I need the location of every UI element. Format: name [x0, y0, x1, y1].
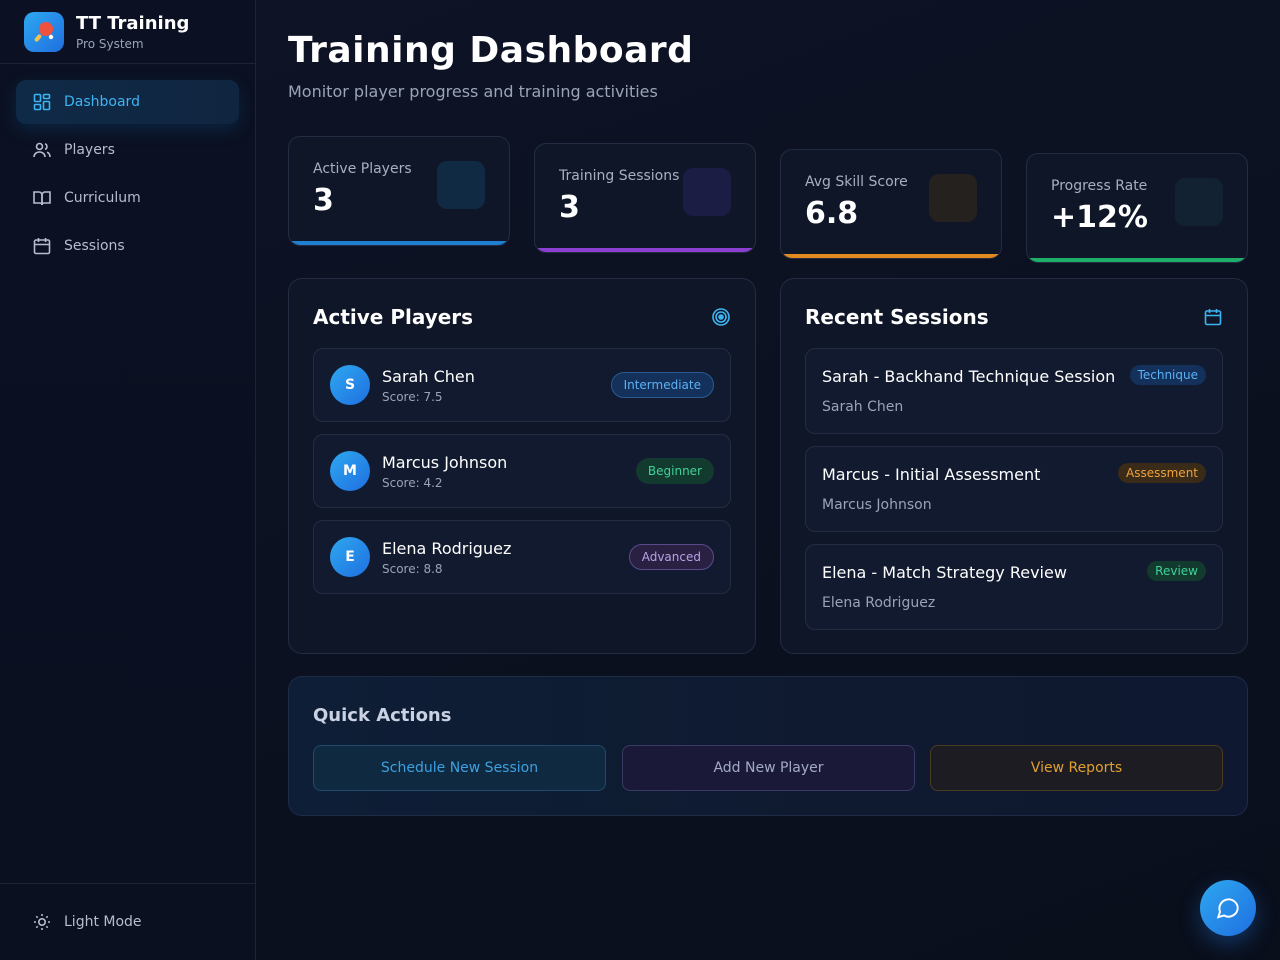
sidebar-item-label: Dashboard — [64, 94, 140, 110]
target-icon — [711, 307, 731, 327]
sidebar-item-label: Players — [64, 142, 115, 158]
player-score: Score: 4.2 — [382, 476, 443, 490]
chat-button[interactable] — [1200, 880, 1256, 936]
sidebar-item-sessions[interactable]: Sessions — [16, 224, 239, 268]
active-players-panel: Active Players S Sarah Chen Score: 7.5 I… — [288, 278, 756, 654]
sidebar-item-players[interactable]: Players — [16, 128, 239, 172]
sidebar-item-label: Curriculum — [64, 190, 141, 206]
player-name: Sarah Chen — [382, 367, 475, 386]
player-name: Elena Rodriguez — [382, 539, 512, 558]
session-tag: Assessment — [1118, 463, 1206, 483]
add-player-button[interactable]: Add New Player — [622, 745, 915, 791]
level-badge: Advanced — [628, 544, 714, 570]
session-row[interactable]: Sarah - Backhand Technique Session Sarah… — [805, 348, 1223, 434]
player-row[interactable]: M Marcus Johnson Score: 4.2 Beginner — [313, 434, 731, 508]
stat-card-active-players: Active Players 3 — [288, 136, 510, 246]
session-tag: Review — [1147, 561, 1206, 581]
stat-card-avg-skill-score: Avg Skill Score 6.8 — [780, 149, 1002, 259]
panel-title: Active Players — [313, 305, 474, 329]
stat-accent-bar — [535, 248, 755, 252]
brand-title: TT Training — [76, 12, 190, 34]
trend-up-icon — [1175, 178, 1223, 226]
session-player: Marcus Johnson — [822, 497, 932, 513]
player-score: Score: 7.5 — [382, 390, 443, 404]
level-badge: Beginner — [635, 458, 714, 484]
sidebar-item-curriculum[interactable]: Curriculum — [16, 176, 239, 220]
sidebar-item-dashboard[interactable]: Dashboard — [16, 80, 239, 124]
quick-actions-title: Quick Actions — [313, 705, 452, 726]
quick-actions-panel: Quick Actions Schedule New Session Add N… — [288, 676, 1248, 816]
avatar: E — [330, 537, 370, 577]
page-subtitle: Monitor player progress and training act… — [288, 82, 658, 101]
session-row[interactable]: Marcus - Initial Assessment Marcus Johns… — [805, 446, 1223, 532]
chat-icon — [1215, 895, 1241, 921]
session-title: Marcus - Initial Assessment — [822, 465, 1041, 484]
stat-card-training-sessions: Training Sessions 3 — [534, 143, 756, 253]
sun-icon — [32, 912, 52, 932]
stat-card-progress-rate: Progress Rate +12% — [1026, 153, 1248, 263]
player-row[interactable]: E Elena Rodriguez Score: 8.8 Advanced — [313, 520, 731, 594]
brand-subtitle: Pro System — [76, 36, 144, 51]
calendar-icon — [683, 168, 731, 216]
session-row[interactable]: Elena - Match Strategy Review Elena Rodr… — [805, 544, 1223, 630]
sidebar: TT Training Pro System Dashboard Players — [0, 0, 256, 960]
brand: TT Training Pro System — [0, 0, 255, 64]
users-icon — [437, 161, 485, 209]
stat-accent-bar — [1027, 258, 1247, 262]
theme-toggle-label: Light Mode — [64, 914, 142, 930]
ping-pong-paddle-icon — [24, 11, 64, 52]
session-player: Elena Rodriguez — [822, 595, 936, 611]
calendar-icon — [32, 236, 52, 256]
session-player: Sarah Chen — [822, 399, 904, 415]
schedule-session-button[interactable]: Schedule New Session — [313, 745, 606, 791]
trophy-icon — [929, 174, 977, 222]
player-row[interactable]: S Sarah Chen Score: 7.5 Intermediate — [313, 348, 731, 422]
page-title: Training Dashboard — [288, 30, 694, 71]
session-title: Sarah - Backhand Technique Session — [822, 367, 1116, 386]
player-name: Marcus Johnson — [382, 453, 508, 472]
session-tag: Technique — [1129, 365, 1206, 385]
panel-title: Recent Sessions — [805, 305, 989, 329]
stat-accent-bar — [781, 254, 1001, 258]
view-reports-button[interactable]: View Reports — [930, 745, 1223, 791]
users-icon — [32, 140, 52, 160]
sidebar-item-label: Sessions — [64, 238, 125, 254]
level-badge: Intermediate — [610, 372, 714, 398]
calendar-icon — [1203, 307, 1223, 327]
theme-toggle-button[interactable]: Light Mode — [0, 883, 255, 960]
sidebar-nav: Dashboard Players Curriculum Sessions — [0, 64, 255, 288]
book-icon — [32, 188, 52, 208]
stat-accent-bar — [289, 241, 509, 245]
avatar: S — [330, 365, 370, 405]
recent-sessions-panel: Recent Sessions Sarah - Backhand Techniq… — [780, 278, 1248, 654]
dashboard-icon — [32, 92, 52, 112]
player-score: Score: 8.8 — [382, 562, 443, 576]
avatar: M — [330, 451, 370, 491]
session-title: Elena - Match Strategy Review — [822, 563, 1067, 582]
